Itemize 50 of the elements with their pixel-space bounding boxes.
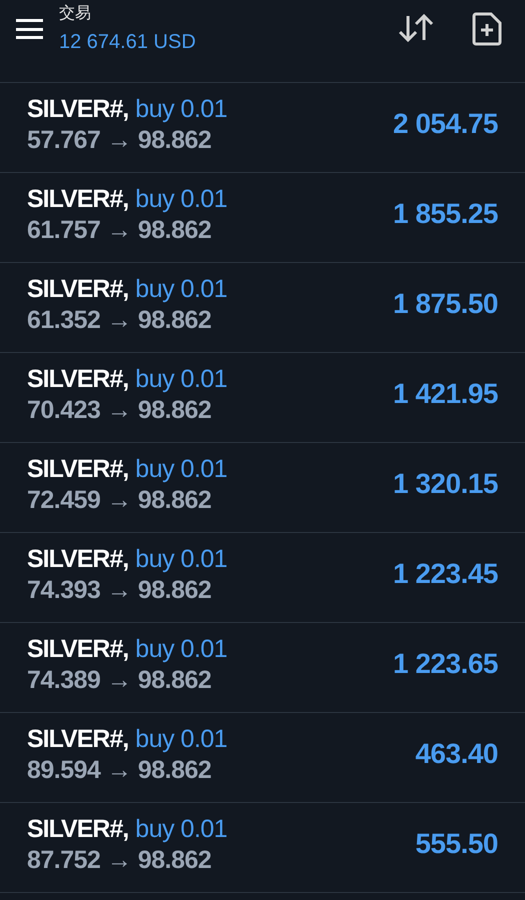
position-row[interactable]: SILVER#, buy 0.01 87.752 → 98.862 555.50 — [0, 803, 525, 893]
order-type: buy 0.01 — [135, 364, 228, 394]
position-row[interactable]: SILVER#, buy 0.01 74.393 → 98.862 1 223.45 — [0, 533, 525, 623]
profit: 1 875.50 — [393, 286, 498, 320]
position-row[interactable]: SILVER#, buy 0.01 61.352 → 98.862 1 875.50 — [0, 263, 525, 353]
profit: 1 421.95 — [393, 376, 498, 410]
order-type: buy 0.01 — [135, 544, 228, 574]
order-type: buy 0.01 — [135, 724, 228, 754]
profit: 1 223.45 — [393, 556, 498, 590]
position-row[interactable]: SILVER#, buy 0.01 70.423 → 98.862 1 421.95 — [0, 353, 525, 443]
order-type: buy 0.01 — [135, 814, 228, 844]
order-type: buy 0.01 — [135, 274, 228, 304]
position-row[interactable]: SILVER#, buy 0.01 74.389 → 98.862 1 223.65 — [0, 623, 525, 713]
symbol: SILVER#, — [27, 634, 128, 664]
profit: 555.50 — [415, 826, 498, 860]
price-range: 74.393 → 98.862 — [27, 574, 212, 604]
price-range: 70.423 → 98.862 — [27, 394, 212, 424]
price-range: 72.459 → 98.862 — [27, 484, 212, 514]
price-range: 57.767 → 98.862 — [27, 124, 212, 154]
position-row[interactable]: SILVER#, buy 0.01 61.757 → 98.862 1 855.25 — [0, 173, 525, 263]
profit: 1 320.15 — [393, 466, 498, 500]
symbol: SILVER#, — [27, 724, 128, 754]
price-range: 61.352 → 98.862 — [27, 304, 212, 334]
symbol: SILVER#, — [27, 544, 128, 574]
profit: 1 855.25 — [393, 196, 498, 230]
profit: 463.40 — [415, 736, 498, 770]
order-type: buy 0.01 — [135, 454, 228, 484]
order-type: buy 0.01 — [135, 94, 228, 124]
symbol: SILVER#, — [27, 184, 128, 214]
new-document-icon[interactable] — [472, 12, 502, 46]
order-type: buy 0.01 — [135, 634, 228, 664]
price-range: 74.389 → 98.862 — [27, 664, 212, 694]
position-row[interactable]: SILVER#, buy 0.01 72.459 → 98.862 1 320.15 — [0, 443, 525, 533]
profit: 1 223.65 — [393, 646, 498, 680]
price-range: 89.594 → 98.862 — [27, 754, 212, 784]
menu-icon[interactable] — [16, 19, 43, 39]
sort-icon[interactable] — [398, 13, 434, 43]
symbol: SILVER#, — [27, 364, 128, 394]
balance: 12 674.61 USD — [59, 30, 196, 55]
symbol: SILVER#, — [27, 814, 128, 844]
page-title: 交易 — [59, 4, 92, 24]
price-range: 61.757 → 98.862 — [27, 214, 212, 244]
symbol: SILVER#, — [27, 454, 128, 484]
profit: 2 054.75 — [393, 106, 498, 140]
order-type: buy 0.01 — [135, 184, 228, 214]
symbol: SILVER#, — [27, 94, 128, 124]
position-row[interactable]: SILVER#, buy 0.01 57.767 → 98.862 2 054.75 — [0, 83, 525, 173]
position-row[interactable]: SILVER#, buy 0.01 89.594 → 98.862 463.40 — [0, 713, 525, 803]
price-range: 87.752 → 98.862 — [27, 844, 212, 874]
symbol: SILVER#, — [27, 274, 128, 304]
